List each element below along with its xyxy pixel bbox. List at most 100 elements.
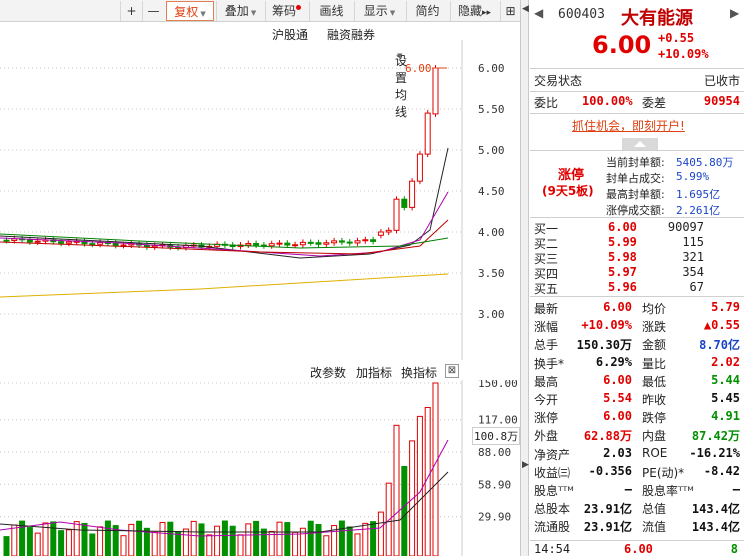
yincang-button[interactable]: 隐藏▸▸ <box>450 1 498 21</box>
panel-divider[interactable] <box>520 0 529 556</box>
expand-arrow-icon[interactable]: ▶ <box>522 460 529 470</box>
volume-bar <box>136 520 143 556</box>
change-params-button[interactable]: 改参数 <box>310 364 346 381</box>
volume-bar <box>120 535 127 556</box>
huaxian-button[interactable]: 画线 <box>309 1 353 21</box>
quote-value: 150.30万 <box>576 338 632 353</box>
buy-level-price: 5.98 <box>608 250 637 264</box>
candle <box>89 243 96 246</box>
candle <box>416 153 423 182</box>
volume-chart[interactable]: 150.00 117.00 88.00 58.90 29.90 <box>0 380 520 556</box>
candle <box>58 241 65 244</box>
volume-bar <box>26 527 33 556</box>
zoom-out-button[interactable]: — <box>142 1 164 21</box>
price-axis-label: 3.50 <box>478 267 505 280</box>
quote-value: 2.03 <box>603 445 632 460</box>
open-account-link[interactable]: 抓住机会，即刻开户! <box>572 117 685 134</box>
quote-label: 涨跌 <box>642 320 667 335</box>
kline-chart[interactable]: 6.00 5.50 5.00 4.50 4.00 3.50 3.00 6.00 <box>0 40 520 360</box>
tick-row: 14:54 6.00 8 <box>530 542 744 560</box>
quote-value: 6.29% <box>595 354 632 369</box>
diejia-label: 叠加 <box>224 4 249 18</box>
trade-status-row: 交易状态 已收市 <box>530 72 744 90</box>
candle <box>401 198 408 208</box>
quote-value: 6.00 <box>603 409 632 424</box>
quote-label: 总股本 <box>534 502 571 517</box>
collapse-tab[interactable] <box>622 138 658 150</box>
jianyue-button[interactable]: 简约 <box>406 1 448 21</box>
buy-level-price: 5.97 <box>608 265 637 279</box>
limit-up-value: 1.695亿 <box>676 188 721 201</box>
quote-value: 4.91 <box>711 409 740 424</box>
quote-label: 涨停 <box>534 411 559 426</box>
candle <box>34 240 41 243</box>
prev-stock-icon[interactable]: ◀ <box>534 6 543 20</box>
volume-bar <box>292 531 299 556</box>
quote-value: — <box>624 482 632 496</box>
volume-bar <box>73 521 80 556</box>
quote-label: 流值 <box>642 520 667 535</box>
volume-bar <box>167 521 174 556</box>
limit-up-label: 涨停成交额: <box>606 204 665 217</box>
xianshi-label: 显示 <box>363 4 388 18</box>
quote-label: 跌停 <box>642 411 667 426</box>
price-axis-label: 5.00 <box>478 144 505 157</box>
volume-bar <box>245 523 252 556</box>
weibi-value: 100.00% <box>582 94 633 108</box>
volume-bar <box>50 521 57 556</box>
volume-bar <box>58 530 65 556</box>
stock-name: 大有能源 <box>621 8 693 29</box>
next-stock-icon[interactable]: ▶ <box>730 6 739 20</box>
candle <box>65 241 72 244</box>
candle <box>432 67 439 115</box>
close-indicator-icon[interactable]: ⊠ <box>445 364 459 378</box>
volume-bar <box>175 530 182 556</box>
limit-up-label: 当前封单额: <box>606 156 665 169</box>
limit-up-value: 5.99% <box>676 170 710 183</box>
quote-label: 换手* <box>534 356 565 371</box>
quote-value: 62.88万 <box>583 429 632 444</box>
quote-value: -16.21% <box>689 445 740 460</box>
volume-bar <box>362 522 369 556</box>
chevron-down-icon: ▼ <box>200 10 206 18</box>
price-change: +0.55 <box>658 31 695 45</box>
volume-bar <box>34 532 41 556</box>
volume-bar <box>206 534 213 556</box>
volume-bar <box>315 523 322 556</box>
add-indicator-button[interactable]: 加指标 <box>356 364 392 381</box>
volume-bar <box>237 534 244 556</box>
switch-indicator-button[interactable]: 换指标 <box>401 364 437 381</box>
quote-label: 金额 <box>642 338 667 353</box>
volume-bar <box>89 533 96 556</box>
xianshi-dropdown[interactable]: 显示 ▼ <box>354 1 404 21</box>
candle <box>331 240 338 244</box>
diejia-dropdown[interactable]: 叠加 ▼ <box>216 1 264 21</box>
quote-label: 今开 <box>534 393 559 407</box>
quote-value: 23.91亿 <box>583 502 632 517</box>
fuquan-dropdown[interactable]: 复权 ▼ <box>166 1 214 21</box>
price-axis-label: 3.00 <box>478 308 505 321</box>
quote-label: 涨幅 <box>534 320 559 335</box>
price-axis-label: 4.50 <box>478 185 505 198</box>
candle <box>346 241 353 244</box>
volume-bar <box>3 536 10 556</box>
fuquan-label: 复权 <box>174 5 199 19</box>
quote-label: 股息率ᵀᵀᴹ <box>642 484 694 498</box>
zoom-in-button[interactable]: + <box>120 1 142 21</box>
volume-bar <box>151 531 158 556</box>
tick-volume: 8 <box>730 542 738 556</box>
quote-label: 内盘 <box>642 429 667 444</box>
buy-level-volume: 321 <box>682 250 704 264</box>
quote-value: ▲0.55 <box>703 318 740 333</box>
chouma-button[interactable]: 筹码 <box>265 1 307 21</box>
candle <box>97 242 104 245</box>
candle <box>424 112 431 155</box>
last-price: 6.00 <box>592 31 652 59</box>
expand-icon[interactable]: ⊞ <box>500 1 520 21</box>
quote-value: 143.4亿 <box>691 502 740 517</box>
volume-axis-label: 29.90 <box>478 511 511 524</box>
collapse-arrow-icon[interactable]: ◀ <box>522 4 529 14</box>
chevron-up-icon <box>634 141 646 147</box>
volume-bar <box>229 525 236 556</box>
candle <box>393 198 400 231</box>
